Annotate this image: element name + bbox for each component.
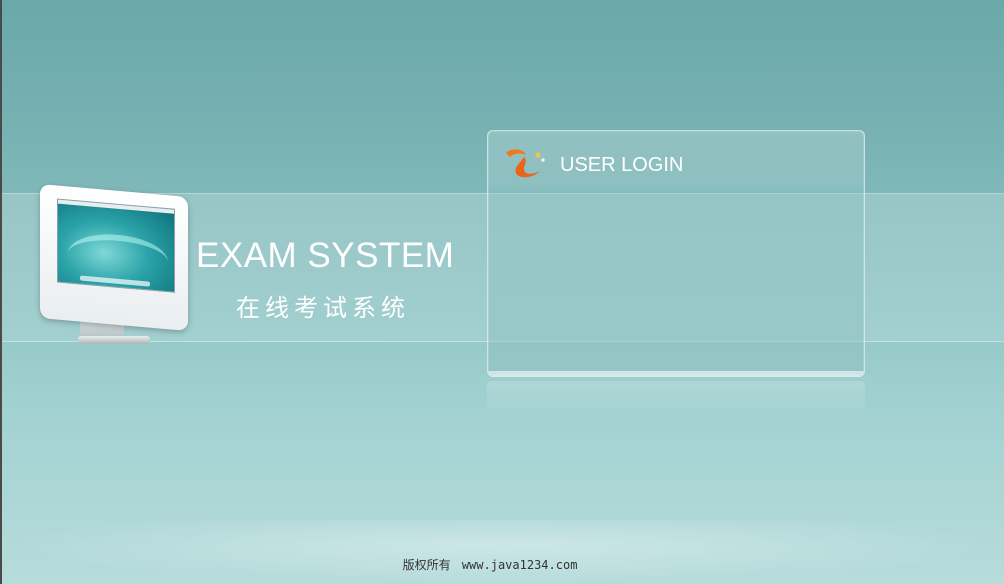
computer-monitor-illustration	[40, 184, 190, 364]
swirl-logo-icon	[506, 149, 545, 178]
screen-menubar	[58, 199, 174, 214]
footer: 版权所有 www.java1234.com	[0, 556, 980, 573]
monitor-screen	[57, 198, 175, 293]
floor-reflection	[0, 520, 1004, 584]
brand-subtitle: 在线考试系统	[236, 294, 410, 322]
monitor-base	[78, 336, 150, 344]
login-panel-bottom-edge	[488, 371, 864, 376]
login-title: USER LOGIN	[560, 154, 684, 176]
footer-copyright: 版权所有	[402, 558, 451, 572]
brand-title: EXAM SYSTEM	[196, 236, 455, 275]
login-panel-reflection	[487, 381, 865, 415]
login-header: USER LOGIN	[488, 131, 864, 185]
monitor-frame	[40, 184, 188, 331]
footer-site-link[interactable]: www.java1234.com	[462, 558, 578, 572]
login-panel: USER LOGIN	[487, 130, 865, 377]
